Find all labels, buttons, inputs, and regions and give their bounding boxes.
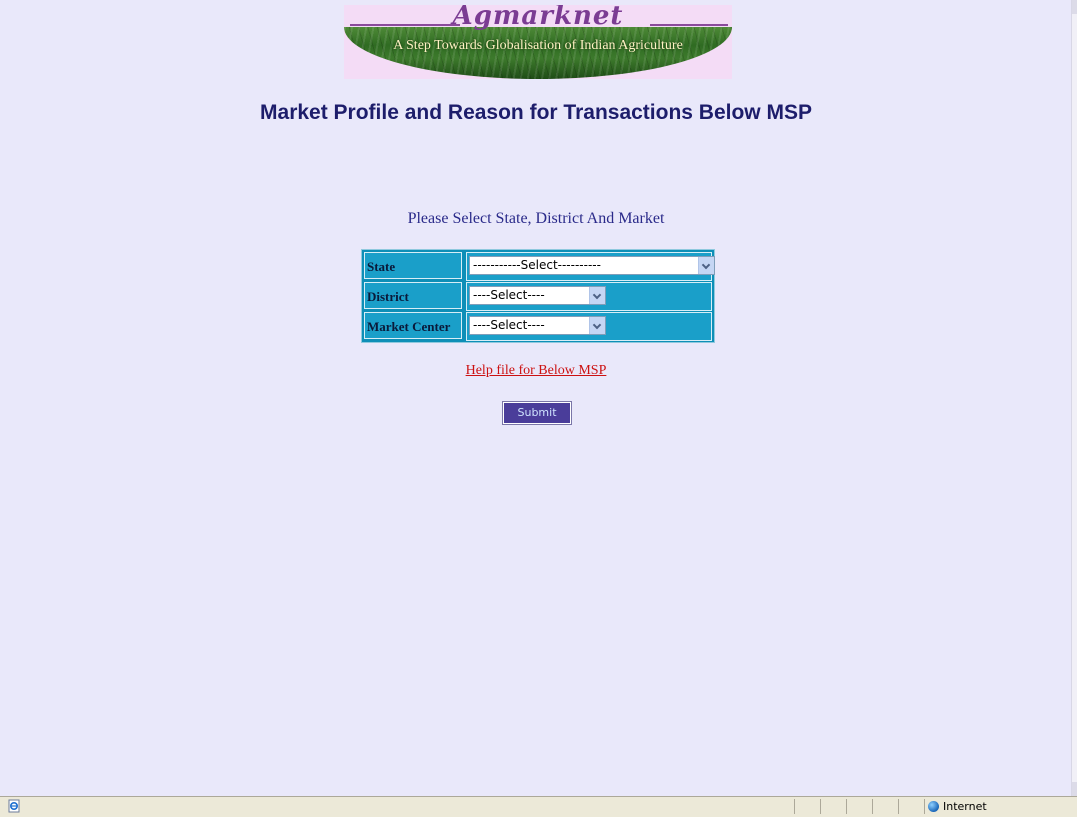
market-center-cell: ----Select----: [466, 312, 712, 341]
status-divider: [898, 799, 899, 814]
district-select-value: ----Select----: [473, 288, 545, 302]
district-select[interactable]: ----Select----: [469, 286, 606, 305]
status-bar: Internet: [0, 796, 1077, 817]
chevron-down-icon[interactable]: [589, 287, 605, 304]
selection-form-table: State -----------Select---------- Distri…: [361, 249, 715, 343]
market-center-label: Market Center: [364, 312, 462, 339]
state-select[interactable]: -----------Select----------: [469, 256, 715, 275]
security-zone: Internet: [928, 799, 987, 815]
ie-page-icon: [8, 799, 20, 813]
agmarknet-logo: Agmarknet: [452, 5, 624, 31]
submit-button[interactable]: Submit: [502, 401, 572, 425]
globe-icon: [928, 801, 939, 812]
scroll-down-arrow[interactable]: [1072, 782, 1077, 796]
market-center-select[interactable]: ----Select----: [469, 316, 606, 335]
state-label: State: [364, 252, 462, 279]
status-divider: [872, 799, 873, 814]
help-link-container: Help file for Below MSP: [0, 363, 1072, 379]
state-select-value: -----------Select----------: [473, 258, 601, 272]
status-divider: [794, 799, 795, 814]
district-cell: ----Select----: [466, 282, 712, 311]
agmarknet-banner[interactable]: Agmarknet A Step Towards Globalisation o…: [344, 5, 732, 79]
status-divider: [846, 799, 847, 814]
help-file-link[interactable]: Help file for Below MSP: [466, 363, 607, 378]
banner-tagline: A Step Towards Globalisation of Indian A…: [393, 38, 683, 53]
status-divider: [924, 799, 925, 814]
form-row-state: State -----------Select----------: [364, 252, 715, 281]
market-center-select-value: ----Select----: [473, 318, 545, 332]
vertical-scrollbar[interactable]: [1071, 0, 1077, 796]
chevron-down-icon[interactable]: [698, 257, 714, 274]
form-row-district: District ----Select----: [364, 282, 712, 311]
zone-label: Internet: [943, 800, 987, 813]
page-title: Market Profile and Reason for Transactio…: [260, 101, 812, 124]
instruction-text: Please Select State, District And Market: [407, 210, 665, 227]
scroll-up-arrow[interactable]: [1072, 0, 1077, 14]
chevron-down-icon[interactable]: [589, 317, 605, 334]
status-divider: [820, 799, 821, 814]
form-row-market-center: Market Center ----Select----: [364, 312, 712, 341]
state-cell: -----------Select----------: [466, 252, 715, 281]
browser-viewport: Agmarknet A Step Towards Globalisation o…: [0, 0, 1072, 796]
district-label: District: [364, 282, 462, 309]
